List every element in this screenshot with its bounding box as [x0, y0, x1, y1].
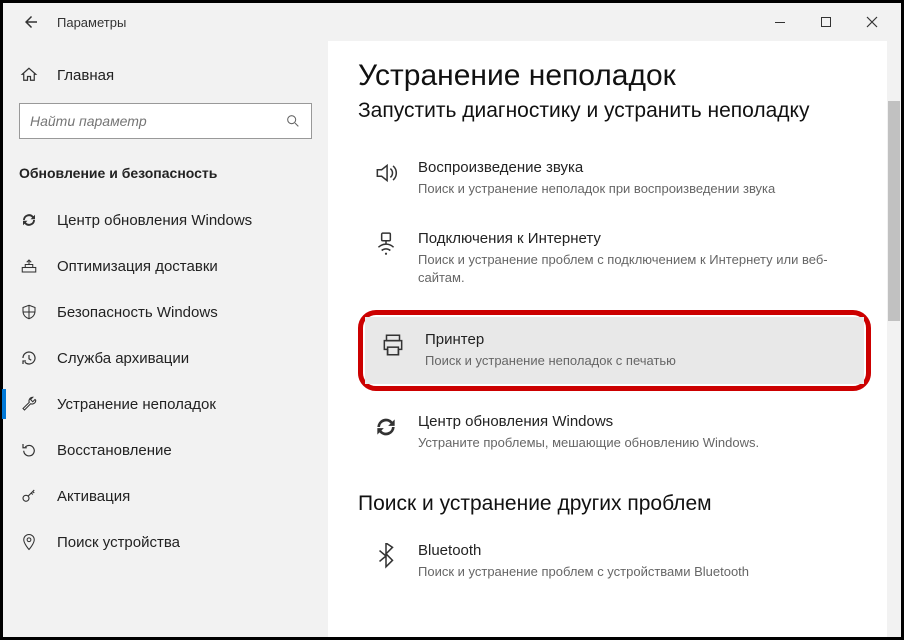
- troubleshooter-desc: Поиск и устранение проблем с устройствам…: [418, 563, 857, 581]
- troubleshooter-desc: Поиск и устранение неполадок при воспрои…: [418, 180, 857, 198]
- recovery-icon: [19, 440, 39, 460]
- troubleshooter-windows-update[interactable]: Центр обновления Windows Устраните пробл…: [358, 399, 871, 466]
- delivery-icon: [19, 256, 39, 276]
- troubleshooter-title: Воспроизведение звука: [418, 159, 857, 176]
- sidebar-item-label: Восстановление: [57, 442, 172, 459]
- highlighted-troubleshooter: Принтер Поиск и устранение неполадок с п…: [358, 310, 871, 391]
- section-heading: Поиск и устранение других проблем: [358, 492, 871, 516]
- window-title: Параметры: [57, 15, 126, 30]
- sidebar-item-activation[interactable]: Активация: [3, 473, 328, 519]
- sidebar-nav-list: Центр обновления Windows Оптимизация дос…: [3, 197, 328, 565]
- troubleshooter-desc: Поиск и устранение неполадок с печатью: [425, 352, 850, 370]
- speaker-icon: [372, 159, 400, 187]
- troubleshooter-desc: Поиск и устранение проблем с подключение…: [418, 251, 857, 287]
- wrench-icon: [19, 394, 39, 414]
- sidebar-item-windows-update[interactable]: Центр обновления Windows: [3, 197, 328, 243]
- close-button[interactable]: [849, 3, 895, 41]
- search-box[interactable]: [19, 103, 312, 139]
- troubleshooter-list: Воспроизведение звука Поиск и устранение…: [358, 145, 871, 466]
- wifi-icon: [372, 230, 400, 258]
- troubleshooter-title: Принтер: [425, 331, 850, 348]
- window-frame: Параметры Главная: [0, 0, 904, 640]
- troubleshooter-title: Bluetooth: [418, 542, 857, 559]
- sidebar-item-recovery[interactable]: Восстановление: [3, 427, 328, 473]
- titlebar: Параметры: [3, 3, 901, 41]
- sidebar-item-label: Центр обновления Windows: [57, 212, 252, 229]
- sidebar-item-label: Устранение неполадок: [57, 396, 216, 413]
- troubleshooter-title: Подключения к Интернету: [418, 230, 857, 247]
- search-wrap: [3, 95, 328, 155]
- troubleshooter-list-2: Bluetooth Поиск и устранение проблем с у…: [358, 528, 871, 595]
- maximize-icon: [820, 16, 832, 28]
- sidebar-item-label: Служба архивации: [57, 350, 189, 367]
- scrollbar[interactable]: [887, 41, 901, 637]
- troubleshooter-internet[interactable]: Подключения к Интернету Поиск и устранен…: [358, 216, 871, 301]
- sidebar-section-title: Обновление и безопасность: [3, 155, 328, 197]
- troubleshooter-bluetooth[interactable]: Bluetooth Поиск и устранение проблем с у…: [358, 528, 871, 595]
- sidebar: Главная Обновление и безопасность Центр …: [3, 41, 328, 637]
- key-icon: [19, 486, 39, 506]
- location-icon: [19, 532, 39, 552]
- troubleshooter-audio[interactable]: Воспроизведение звука Поиск и устранение…: [358, 145, 871, 212]
- page-title: Устранение неполадок: [358, 59, 871, 93]
- window-controls: [757, 3, 895, 41]
- sidebar-home[interactable]: Главная: [3, 55, 328, 95]
- search-icon: [285, 113, 301, 129]
- sidebar-item-label: Поиск устройства: [57, 534, 180, 551]
- sync-icon: [372, 413, 400, 441]
- sidebar-item-label: Оптимизация доставки: [57, 258, 218, 275]
- sidebar-home-label: Главная: [57, 67, 114, 84]
- sidebar-item-find-device[interactable]: Поиск устройства: [3, 519, 328, 565]
- sidebar-item-delivery-optimization[interactable]: Оптимизация доставки: [3, 243, 328, 289]
- backup-icon: [19, 348, 39, 368]
- printer-icon: [379, 331, 407, 359]
- back-button[interactable]: [17, 8, 45, 36]
- minimize-icon: [774, 16, 786, 28]
- bluetooth-icon: [372, 542, 400, 570]
- sidebar-item-backup[interactable]: Служба архивации: [3, 335, 328, 381]
- scrollbar-thumb[interactable]: [888, 101, 900, 321]
- sidebar-item-windows-security[interactable]: Безопасность Windows: [3, 289, 328, 335]
- home-icon: [19, 65, 39, 85]
- maximize-button[interactable]: [803, 3, 849, 41]
- main-content: Устранение неполадок Запустить диагности…: [328, 41, 901, 637]
- close-icon: [866, 16, 878, 28]
- troubleshooter-desc: Устраните проблемы, мешающие обновлению …: [418, 434, 857, 452]
- page-subtitle: Запустить диагностику и устранить непола…: [358, 99, 871, 123]
- arrow-left-icon: [22, 13, 40, 31]
- shield-icon: [19, 302, 39, 322]
- body: Главная Обновление и безопасность Центр …: [3, 41, 901, 637]
- sidebar-item-label: Активация: [57, 488, 130, 505]
- troubleshooter-title: Центр обновления Windows: [418, 413, 857, 430]
- search-input[interactable]: [30, 113, 285, 129]
- troubleshooter-printer[interactable]: Принтер Поиск и устранение неполадок с п…: [365, 317, 864, 384]
- sidebar-item-label: Безопасность Windows: [57, 304, 218, 321]
- sync-icon: [19, 210, 39, 230]
- minimize-button[interactable]: [757, 3, 803, 41]
- sidebar-item-troubleshoot[interactable]: Устранение неполадок: [3, 381, 328, 427]
